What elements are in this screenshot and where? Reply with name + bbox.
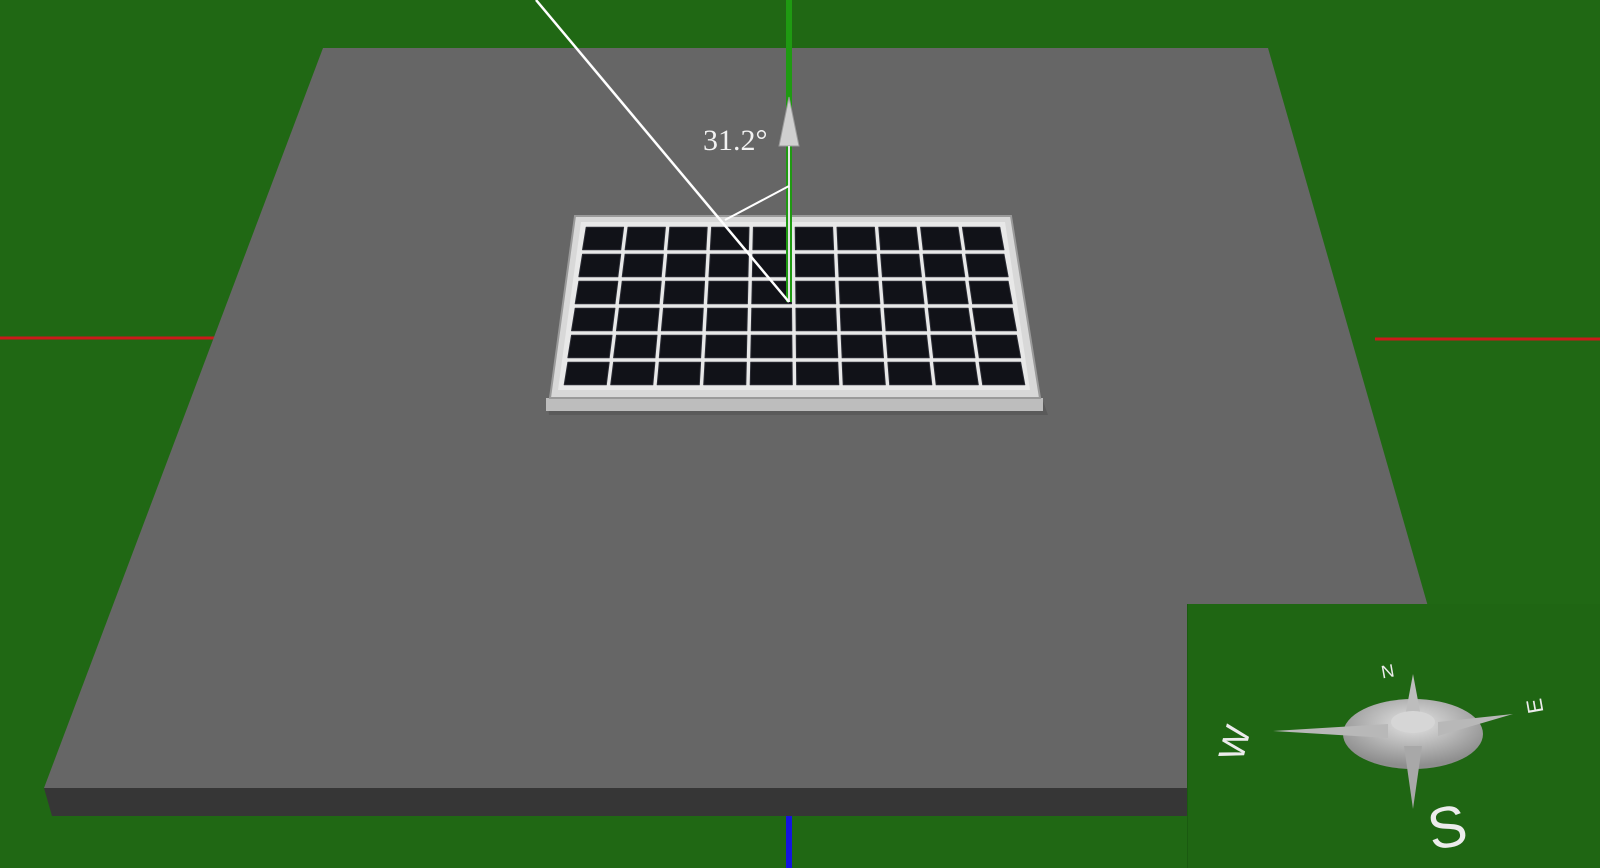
solar-cell [978, 361, 1026, 386]
solar-cell [665, 253, 707, 278]
solar-cell [618, 280, 662, 305]
solar-cell [975, 334, 1022, 359]
solar-cell [667, 226, 708, 251]
solar-cell [885, 334, 930, 359]
solar-cell [571, 307, 616, 332]
solar-cell [883, 307, 928, 332]
solar-cell [656, 361, 702, 386]
solar-cell [836, 226, 877, 251]
solar-cell [610, 361, 656, 386]
solar-cell [965, 253, 1009, 278]
solar-cell [621, 253, 664, 278]
solar-cell [794, 253, 836, 278]
solar-panel[interactable] [546, 215, 1048, 415]
solar-cell [837, 253, 879, 278]
solar-cell [707, 280, 749, 305]
solar-cell [751, 280, 793, 305]
solar-cell [708, 253, 749, 278]
solar-cell [881, 280, 925, 305]
solar-cell [933, 361, 979, 386]
solar-cell [840, 334, 884, 359]
solar-cell [624, 226, 666, 251]
solar-cell [920, 226, 962, 251]
panel-base [546, 398, 1043, 411]
solar-cell [839, 307, 883, 332]
solar-cell [750, 307, 793, 332]
solar-cell [658, 334, 703, 359]
solar-cell [887, 361, 933, 386]
solar-cell [615, 307, 660, 332]
solar-cell [878, 226, 920, 251]
solar-cell [795, 307, 838, 332]
solar-cell [578, 253, 622, 278]
solar-cell [752, 226, 792, 251]
compass-inset: N E W S [1187, 604, 1600, 868]
solar-cell [660, 307, 704, 332]
solar-cell [922, 253, 966, 278]
solar-cell [880, 253, 922, 278]
solar-cell [841, 361, 886, 386]
solar-cell [794, 226, 835, 251]
solar-cell [925, 280, 969, 305]
3d-viewport[interactable]: 31.2° N E W S [0, 0, 1600, 868]
solar-cell [927, 307, 973, 332]
solar-cell [613, 334, 658, 359]
solar-cell [795, 361, 840, 386]
solar-cell [795, 280, 837, 305]
solar-cell [972, 307, 1017, 332]
solar-cell [749, 361, 793, 386]
solar-cell [795, 334, 839, 359]
solar-cell [968, 280, 1013, 305]
solar-cell [567, 334, 613, 359]
solar-cell [663, 280, 706, 305]
solar-cell [704, 334, 748, 359]
solar-cell [838, 280, 881, 305]
solar-cell [961, 226, 1005, 251]
solar-cell [705, 307, 748, 332]
solar-cell [703, 361, 747, 386]
solar-cell [582, 226, 625, 251]
solar-cell [930, 334, 976, 359]
solar-cell [574, 280, 619, 305]
solar-cell [563, 361, 610, 386]
tilt-angle-label: 31.2° [703, 124, 768, 157]
solar-cell [750, 334, 793, 359]
